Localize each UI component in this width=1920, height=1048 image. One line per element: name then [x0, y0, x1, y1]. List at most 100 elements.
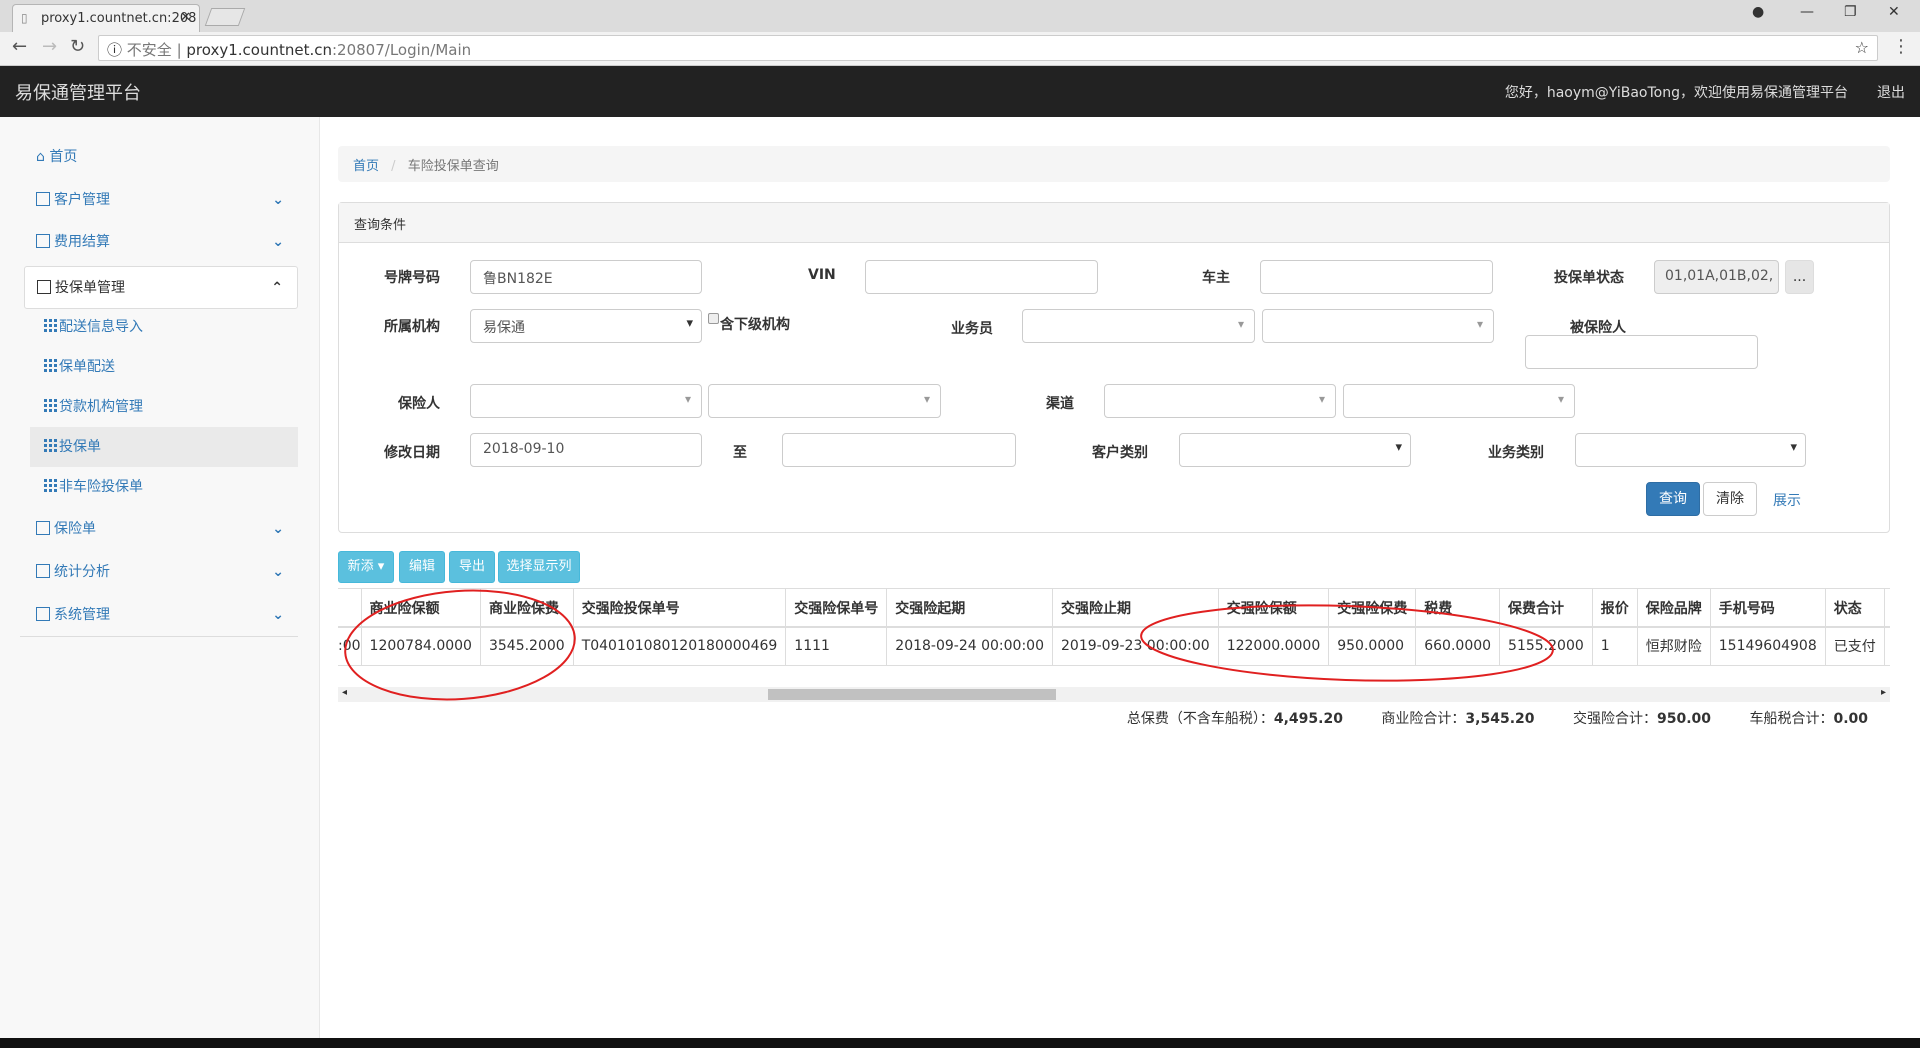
sidebar-label: 非车险投保单	[59, 479, 143, 495]
column-header[interactable]: 交强险投保单号	[573, 589, 787, 628]
new-tab-button[interactable]	[204, 8, 246, 26]
salesman-select-1[interactable]	[1022, 309, 1255, 343]
horizontal-scrollbar[interactable]: ◂ ▸	[338, 687, 1890, 702]
date-from-input[interactable]: 2018-09-10	[470, 433, 702, 467]
divider	[20, 636, 298, 637]
sidebar-subitem-delivery-import[interactable]: 配送信息导入	[30, 307, 298, 347]
column-header[interactable]: 报价	[1592, 589, 1638, 628]
sidebar-item-system[interactable]: 系统管理 ⌄	[24, 595, 298, 635]
search-button[interactable]: 查询	[1646, 482, 1700, 516]
add-button[interactable]: 新添 ▾	[338, 551, 394, 583]
url-path: :20807/Login/Main	[332, 41, 472, 59]
vin-input[interactable]	[865, 260, 1098, 294]
results-table: 商业险保额 商业险保费 交强险投保单号 交强险保单号 交强险起期 交强险止期 交强险保额 交强…	[338, 588, 1890, 666]
scroll-left-icon[interactable]: ◂	[342, 687, 347, 698]
channel-select-1[interactable]	[1104, 384, 1336, 418]
column-header[interactable]: 交强险保额	[1218, 589, 1330, 628]
close-window-icon[interactable]: ✕	[1888, 4, 1900, 20]
restore-icon[interactable]: ❐	[1844, 4, 1857, 20]
edit-button[interactable]: 编辑	[399, 551, 445, 583]
owner-input[interactable]	[1260, 260, 1493, 294]
scroll-right-icon[interactable]: ▸	[1881, 687, 1886, 698]
logout-link[interactable]: 退出	[1877, 82, 1905, 102]
column-header[interactable]: 交强险起期	[886, 589, 1053, 628]
grid-icon	[44, 439, 57, 452]
column-header[interactable]: 税费	[1415, 589, 1501, 628]
date-to-input[interactable]	[782, 433, 1016, 467]
column-header[interactable]: 商业险保额	[361, 589, 481, 628]
table-row[interactable]: :00 1200784.0000 3545.2000 T040101080120180…	[338, 627, 1890, 666]
column-header[interactable]: 商业险保费	[480, 589, 574, 628]
forward-icon[interactable]: →	[42, 36, 57, 57]
sidebar-item-fees[interactable]: 费用结算 ⌄	[24, 222, 298, 262]
minimize-icon[interactable]: —	[1800, 4, 1814, 20]
plate-input[interactable]: 鲁BN182E	[470, 260, 702, 294]
bookmark-star-icon[interactable]: ☆	[1855, 38, 1869, 57]
insurer-select-2[interactable]	[708, 384, 941, 418]
column-header[interactable]: 交强险保单号	[785, 589, 888, 628]
url-host: proxy1.countnet.cn	[186, 41, 332, 59]
address-bar-row: ← → ↻ ⓘ 不安全 | proxy1.countnet.cn:20807/L…	[0, 32, 1920, 66]
back-icon[interactable]: ←	[12, 36, 27, 57]
channel-select-2[interactable]	[1343, 384, 1575, 418]
home-icon: ⌂	[36, 149, 50, 165]
business-type-select[interactable]	[1575, 433, 1806, 467]
greeting-text: 您好，haoym@YiBaoTong，欢迎使用易保通管理平台	[1504, 85, 1848, 101]
column-header[interactable]: 状态	[1825, 589, 1885, 628]
list-icon	[36, 607, 50, 621]
sidebar-subitem-proposal[interactable]: 投保单	[30, 427, 298, 467]
list-icon	[36, 564, 50, 578]
insurer-select-1[interactable]	[470, 384, 702, 418]
expand-link[interactable]: 展示	[1773, 490, 1801, 510]
select-columns-button[interactable]: 选择显示列	[498, 551, 580, 583]
url-input[interactable]: ⓘ 不安全 | proxy1.countnet.cn:20807/Login/M…	[98, 35, 1878, 61]
breadcrumb-home[interactable]: 首页	[353, 159, 379, 174]
info-icon: ⓘ	[107, 41, 127, 59]
column-header[interactable]	[338, 589, 362, 628]
owner-label: 车主	[1202, 270, 1230, 286]
sub-org-checkbox[interactable]	[708, 313, 719, 324]
sidebar-label: 贷款机构管理	[59, 399, 143, 415]
sidebar-item-home[interactable]: ⌂ 首页	[24, 137, 298, 177]
column-header[interactable]: 手机号码	[1710, 589, 1826, 628]
browser-tab[interactable]: ▯ proxy1.countnet.cn:208 ✕	[12, 4, 200, 32]
column-header[interactable]: 交强险止期	[1052, 589, 1219, 628]
org-select[interactable]: 易保通	[470, 309, 702, 343]
scrollbar-thumb[interactable]	[768, 689, 1056, 700]
commercial-total-label: 商业险合计：	[1381, 711, 1466, 727]
column-header[interactable]: 结算	[1884, 589, 1890, 628]
sidebar-label: 保险单	[54, 521, 96, 537]
column-header[interactable]: 保险品牌	[1637, 589, 1711, 628]
column-header[interactable]: 保费合计	[1499, 589, 1593, 628]
sub-org-label: 含下级机构	[720, 317, 790, 333]
sidebar-item-customers[interactable]: 客户管理 ⌄	[24, 180, 298, 220]
status-picker-button[interactable]: ...	[1785, 260, 1814, 294]
menu-icon[interactable]: ⋮	[1892, 36, 1910, 57]
sidebar-subitem-delivery[interactable]: 保单配送	[30, 347, 298, 387]
plate-label: 号牌号码	[384, 270, 440, 286]
salesman-select-2[interactable]	[1262, 309, 1494, 343]
sidebar-label: 保单配送	[59, 359, 115, 375]
date-label: 修改日期	[384, 445, 440, 461]
sidebar-item-proposals[interactable]: 投保单管理 ⌃	[24, 266, 298, 309]
sidebar-subitem-loan-org[interactable]: 贷款机构管理	[30, 387, 298, 427]
breadcrumb-current: 车险投保单查询	[407, 159, 499, 174]
app-title[interactable]: 易保通管理平台	[15, 79, 141, 105]
grid-icon	[44, 319, 57, 332]
customer-type-select[interactable]	[1179, 433, 1411, 467]
close-tab-icon[interactable]: ✕	[180, 10, 191, 25]
insured-input[interactable]	[1525, 335, 1758, 369]
column-header[interactable]: 交强险保费	[1328, 589, 1417, 628]
clear-button[interactable]: 清除	[1703, 482, 1757, 516]
taskbar	[0, 1038, 1920, 1048]
total-label: 总保费（不含车船税）：	[1126, 711, 1274, 727]
sidebar-item-policies[interactable]: 保险单 ⌄	[24, 509, 298, 549]
tax-total-label: 车船税合计：	[1749, 711, 1834, 727]
reload-icon[interactable]: ↻	[70, 36, 85, 57]
sidebar-subitem-non-auto[interactable]: 非车险投保单	[30, 467, 298, 507]
channel-label: 渠道	[1046, 396, 1074, 412]
export-button[interactable]: 导出	[449, 551, 495, 583]
sidebar-item-statistics[interactable]: 统计分析 ⌄	[24, 552, 298, 592]
profile-icon[interactable]: ●	[1752, 4, 1764, 20]
sidebar-label: 客户管理	[54, 192, 110, 208]
